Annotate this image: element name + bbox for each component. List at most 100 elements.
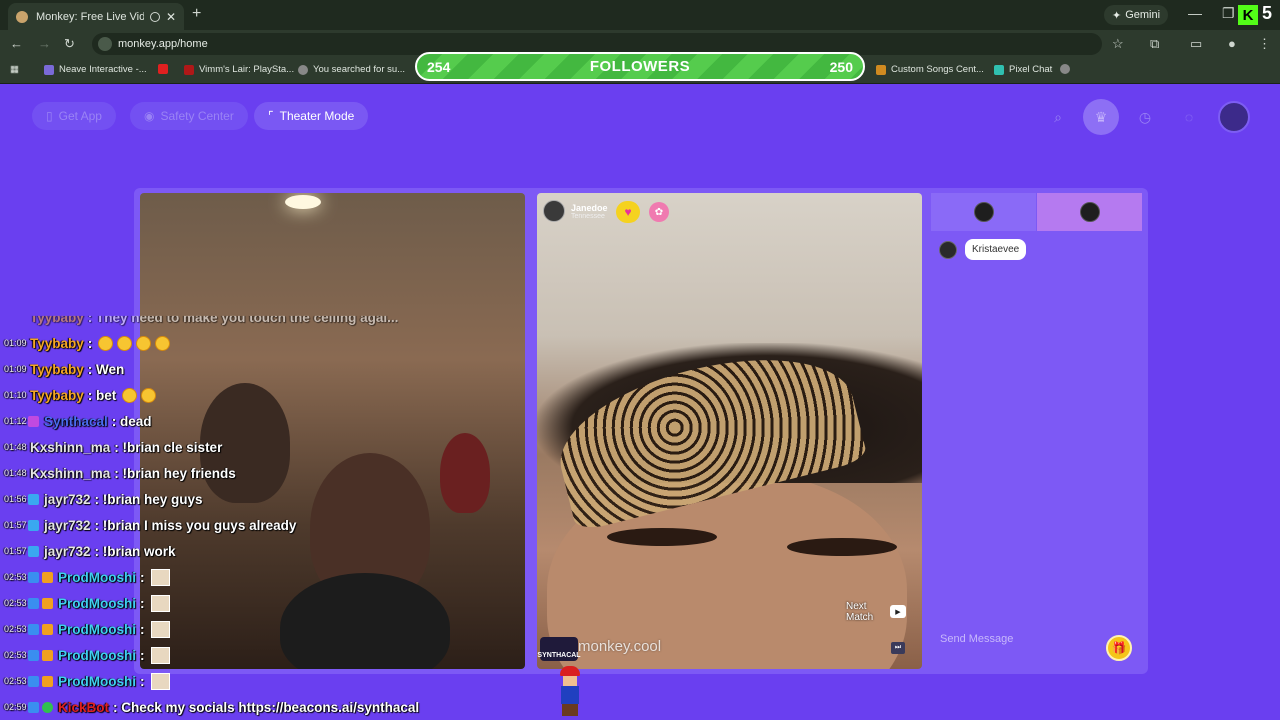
chat-username[interactable]: Synthacal xyxy=(44,414,108,429)
browser-tab-monkey[interactable]: Monkey: Free Live Video Ch ✕ xyxy=(8,3,184,30)
chat-line: 02:53 ProdMooshi: xyxy=(0,566,170,588)
chat-timestamp: 02:53 xyxy=(4,598,27,608)
chat-username[interactable]: jayr732 xyxy=(44,518,91,533)
chat-entry: Kristaevee xyxy=(939,239,1027,260)
ceiling-lamp xyxy=(285,195,321,209)
bookmark-youtube[interactable] xyxy=(158,64,168,74)
chat-username[interactable]: Kxshinn_ma xyxy=(30,440,110,455)
chat-message: : Check my socials https://beacons.ai/sy… xyxy=(113,699,420,715)
chat-line: 02:53 ProdMooshi: xyxy=(0,644,170,666)
laughing-emoji-icon xyxy=(122,387,138,403)
followers-goal: 250 xyxy=(829,58,853,75)
chat-badge-icon xyxy=(28,675,39,687)
chat-username[interactable]: Tyybaby xyxy=(30,336,84,351)
chat-timestamp: 01:09 xyxy=(4,364,27,374)
match-avatar xyxy=(543,200,565,222)
chat-username[interactable]: Tyybaby xyxy=(30,316,84,325)
gemini-button[interactable]: ✦ Gemini xyxy=(1104,5,1169,25)
chat-username[interactable]: ProdMooshi xyxy=(58,570,136,585)
search-icon[interactable]: ⌕ xyxy=(1044,103,1072,131)
chat-badge-icon xyxy=(42,597,53,609)
crown-icon[interactable]: ♛ xyxy=(1083,99,1119,135)
maximize-icon[interactable]: ❐ xyxy=(1222,5,1235,22)
chat-line: 02:59 KickBot : Check my socials https://b… xyxy=(0,696,419,718)
emote-image-icon xyxy=(150,594,170,612)
cast-icon[interactable]: ▭ xyxy=(1190,36,1202,52)
globe-icon xyxy=(1060,64,1070,74)
extensions-icon[interactable]: ⧉ xyxy=(1150,36,1159,52)
chat-message: : !brian work xyxy=(94,543,176,559)
chat-username[interactable]: Tyybaby xyxy=(30,388,84,403)
next-match-button[interactable]: ▶ xyxy=(890,605,906,618)
chat-timestamp: 01:56 xyxy=(4,494,27,504)
chat-line: 01:10 Tyybaby: bet xyxy=(0,384,160,406)
apps-grid-icon[interactable]: ▦ xyxy=(10,64,19,75)
next-match-label: Next Match xyxy=(846,601,874,623)
chat-badge-icon xyxy=(28,701,39,713)
reload-icon[interactable]: ↻ xyxy=(64,36,75,52)
shield-icon: ◉ xyxy=(144,109,155,123)
bookmark-custom-songs[interactable]: Custom Songs Cent... xyxy=(876,64,984,75)
back-icon[interactable]: ← xyxy=(10,36,23,51)
eyebrow xyxy=(787,538,897,556)
site-info-icon[interactable] xyxy=(98,37,112,51)
chat-entry-name: Kristaevee xyxy=(965,239,1027,260)
stream-chat-overlay: Tyybaby: They need to make you touch the… xyxy=(0,308,540,720)
safety-center-button[interactable]: ◉ Safety Center xyxy=(130,102,248,130)
chat-username[interactable]: Tyybaby xyxy=(30,362,84,377)
chat-username[interactable]: KickBot xyxy=(58,700,109,715)
chat-username[interactable]: ProdMooshi xyxy=(58,674,136,689)
match-user-tag[interactable]: Janedoe Tennessee xyxy=(543,200,608,222)
match-chat-panel: Kristaevee xyxy=(931,193,1142,669)
gift-badge-icon[interactable]: ✿ xyxy=(649,202,669,222)
chat-username[interactable]: ProdMooshi xyxy=(58,596,136,611)
bookmark-star-icon[interactable]: ☆ xyxy=(1112,36,1124,52)
chat-username[interactable]: ProdMooshi xyxy=(58,622,136,637)
chat-timestamp: 01:48 xyxy=(4,442,27,452)
match-location: Tennessee xyxy=(571,212,605,220)
bookmark-neave[interactable]: Neave Interactive -... xyxy=(44,64,147,75)
recording-icon xyxy=(149,11,160,22)
chat-timestamp: 02:53 xyxy=(4,650,27,660)
chat-badge-icon xyxy=(28,545,39,557)
chat-badge-icon xyxy=(28,415,39,427)
followers-goal-bar: 254 FOLLOWERS 250 xyxy=(415,52,865,81)
theater-mode-button[interactable]: ⌜ Theater Mode xyxy=(254,102,369,130)
eyebrow xyxy=(607,528,717,546)
chat-username[interactable]: ProdMooshi xyxy=(58,648,136,663)
youtube-icon xyxy=(158,64,168,74)
chat-tab-1[interactable] xyxy=(931,193,1036,231)
user-avatar[interactable] xyxy=(1218,101,1250,133)
chat-message: : !brian I miss you guys already xyxy=(94,517,297,533)
history-icon[interactable]: ◷ xyxy=(1131,103,1159,131)
send-message-input[interactable]: Send Message xyxy=(940,633,1013,645)
emote-image-icon xyxy=(150,646,170,664)
gift-icon[interactable]: 🎁 xyxy=(1106,635,1132,661)
bookmark-pixel-chat[interactable]: Pixel Chat xyxy=(994,64,1052,75)
profile-icon[interactable]: ● xyxy=(1228,36,1236,51)
bookmark-globe[interactable] xyxy=(1060,64,1070,74)
chat-message: : They need to make you touch the ceilin… xyxy=(87,309,399,325)
forward-icon[interactable]: → xyxy=(38,36,51,51)
get-app-button[interactable]: ▯ Get App xyxy=(32,102,116,130)
bookmark-vimms[interactable]: Vimm's Lair: PlaySta... xyxy=(184,64,294,75)
chat-username[interactable]: Kxshinn_ma xyxy=(30,466,110,481)
chat-username[interactable]: jayr732 xyxy=(44,492,91,507)
chat-username[interactable]: jayr732 xyxy=(44,544,91,559)
close-tab-icon[interactable]: ✕ xyxy=(166,10,176,24)
heart-icon[interactable]: ♥ xyxy=(616,201,640,223)
minimize-icon[interactable]: — xyxy=(1188,5,1202,21)
new-tab-button[interactable]: + xyxy=(192,5,201,23)
menu-kebab-icon[interactable]: ⋮ xyxy=(1258,36,1271,52)
chat-badge-icon xyxy=(42,701,53,713)
chat-line: 02:53 ProdMooshi: xyxy=(0,618,170,640)
chat-badge-icon xyxy=(42,649,53,661)
songs-icon xyxy=(876,64,886,75)
globe-icon xyxy=(298,64,308,75)
skip-icon[interactable]: ⏭ xyxy=(891,642,905,654)
bookmark-search[interactable]: You searched for su... xyxy=(298,64,405,75)
tab-title: Monkey: Free Live Video Ch xyxy=(36,10,144,23)
chat-tab-2[interactable] xyxy=(1037,193,1142,231)
chat-timestamp: 02:59 xyxy=(4,702,27,712)
messages-icon[interactable]: ◌ xyxy=(1175,103,1203,131)
